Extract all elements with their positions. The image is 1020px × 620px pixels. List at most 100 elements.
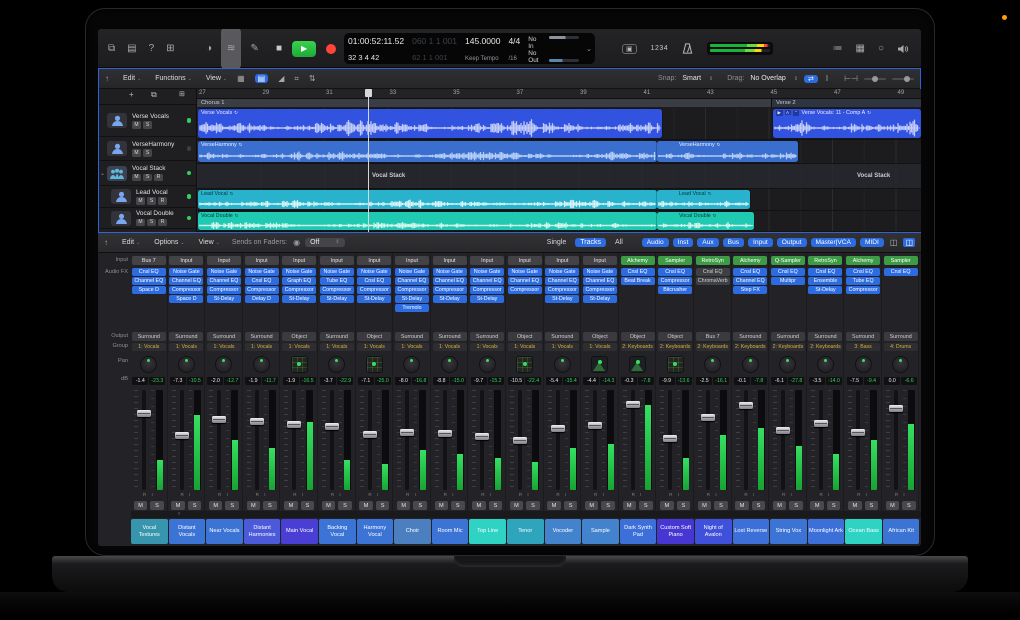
fader-cap[interactable] <box>325 423 339 430</box>
disclosure-icon[interactable]: ⌄ <box>100 170 105 177</box>
input-slot[interactable]: Alchemy <box>733 256 769 266</box>
hide-window-icon[interactable]: ↑ <box>105 74 109 83</box>
tracks-menu-view[interactable]: View <box>206 75 221 82</box>
fx-plugin[interactable]: Channel EQ <box>508 277 542 285</box>
pan-knob[interactable] <box>179 357 194 372</box>
count-in-button[interactable]: 1234 <box>651 45 669 52</box>
fx-plugin[interactable]: Compressor <box>545 286 579 294</box>
mixer-menu-options[interactable]: Options <box>154 239 178 246</box>
hide-mixer-icon[interactable]: ↑ <box>104 238 108 247</box>
group-slot[interactable]: 1: Vocals <box>582 343 618 352</box>
pan-control[interactable] <box>469 353 505 375</box>
fader-track[interactable] <box>631 390 635 490</box>
fx-plugin[interactable]: Compressor <box>245 286 279 294</box>
fader-cap[interactable] <box>851 429 865 436</box>
fx-plugin[interactable]: Channel EQ <box>545 277 579 285</box>
add-track-button[interactable]: + <box>129 90 134 99</box>
fx-plugin[interactable]: St-Delay <box>470 295 504 303</box>
sends-select[interactable]: Off ⇕ <box>305 238 344 247</box>
audio-region[interactable]: ▶A⌃Verse Vocals: 11 - Comp A ↻ <box>773 109 921 139</box>
group-slot[interactable]: 2: Keyboards <box>770 343 806 352</box>
fader-track[interactable] <box>292 390 296 490</box>
fader-track[interactable] <box>668 390 672 490</box>
pan-knob[interactable] <box>216 357 231 372</box>
group-slot[interactable]: 1: Vocals <box>507 343 543 352</box>
input-slot[interactable]: Input <box>394 256 430 266</box>
group-slot[interactable]: 1: Vocals <box>469 343 505 352</box>
fader-cap[interactable] <box>551 425 565 432</box>
output-slot[interactable]: Object <box>582 332 618 342</box>
fx-plugin[interactable]: Noise Gate <box>357 268 391 276</box>
mute-button[interactable]: M <box>397 501 411 510</box>
pan-knob[interactable] <box>555 357 570 372</box>
track-lane-1[interactable]: Verse Vocals ↻▶A⌃Verse Vocals: 11 - Comp… <box>197 108 921 140</box>
fx-plugin[interactable]: Cnsl EQ <box>357 277 391 285</box>
vertical-zoom-slider[interactable] <box>864 78 886 80</box>
mixer-icon[interactable]: ≋ <box>221 29 241 69</box>
solo-button[interactable]: S <box>451 501 465 510</box>
pan-control[interactable] <box>695 353 731 375</box>
filter-midi[interactable]: MIDI <box>860 238 884 247</box>
fx-plugin[interactable]: Compressor <box>169 286 203 294</box>
channel-name-11[interactable]: Tenor <box>507 519 544 544</box>
mute-button[interactable]: M <box>132 174 141 182</box>
zoom-tool-icon[interactable]: ⊢⊣ <box>844 74 858 83</box>
pan-knob[interactable] <box>404 357 419 372</box>
solo-button[interactable]: S <box>376 501 390 510</box>
fx-plugin[interactable]: Space D <box>169 295 203 303</box>
fx-plugin[interactable]: Noise Gate <box>320 268 354 276</box>
fx-plugin[interactable]: Noise Gate <box>470 268 504 276</box>
filter-audio[interactable]: Audio <box>642 238 669 247</box>
mute-button[interactable]: M <box>623 501 637 510</box>
mute-button[interactable]: M <box>284 501 298 510</box>
take-control-icon[interactable]: ⌃ <box>793 110 800 116</box>
pan-knob[interactable] <box>856 357 871 372</box>
output-slot[interactable]: Bus 7 <box>695 332 731 342</box>
mixer-view-all[interactable]: All <box>610 238 628 247</box>
fx-plugin[interactable]: Noise Gate <box>207 268 241 276</box>
output-slot[interactable]: Surround <box>770 332 806 342</box>
filter-output[interactable]: Output <box>777 238 807 247</box>
list-view-icon[interactable]: ▤ <box>255 74 269 83</box>
fx-plugin[interactable]: Cnsl EQ <box>658 268 692 276</box>
output-slot[interactable]: Surround <box>131 332 167 342</box>
channel-name-1[interactable]: Vocal Textures <box>131 519 168 544</box>
fx-plugin[interactable]: Channel EQ <box>169 277 203 285</box>
solo-button[interactable]: S <box>677 501 691 510</box>
group-slot[interactable]: 2: Keyboards <box>733 343 769 352</box>
output-slot[interactable]: Surround <box>733 332 769 342</box>
mute-button[interactable]: M <box>698 501 712 510</box>
arrange-lanes[interactable]: 272931333537394143454749 Chorus 1Verse 2… <box>197 89 921 232</box>
smart-controls-icon[interactable]: ◑ <box>206 29 212 68</box>
fx-plugin[interactable]: Compressor <box>658 277 692 285</box>
fader-track[interactable] <box>556 390 560 490</box>
solo-button[interactable]: S <box>714 501 728 510</box>
pan-control[interactable] <box>620 353 656 375</box>
mute-button[interactable]: M <box>848 501 862 510</box>
tracks-menu-functions[interactable]: Functions <box>155 75 185 82</box>
pan-control[interactable] <box>281 353 317 375</box>
channel-name-13[interactable]: Sample <box>582 519 619 544</box>
audio-region[interactable]: VerseHarmony ↻ <box>198 141 657 163</box>
group-slot[interactable]: 4: Drums <box>883 343 919 352</box>
solo-button[interactable]: S <box>865 501 879 510</box>
filter-aux[interactable]: Aux <box>697 238 718 247</box>
fx-plugin[interactable]: Noise Gate <box>583 268 617 276</box>
channel-name-4[interactable]: Distant Harmonies <box>244 519 281 544</box>
pan-control[interactable] <box>244 353 280 375</box>
channel-name-14[interactable]: Dark Synth Pad <box>620 519 657 544</box>
pan-control[interactable] <box>770 353 806 375</box>
fader-track[interactable] <box>706 390 710 490</box>
fx-plugin[interactable]: Tube EQ <box>320 277 354 285</box>
solo-button[interactable]: S <box>143 174 152 182</box>
group-slot[interactable]: 1: Vocals <box>357 343 393 352</box>
fx-plugin[interactable]: Noise Gate <box>395 268 429 276</box>
fader-track[interactable] <box>744 390 748 490</box>
output-slot[interactable]: Surround <box>244 332 280 342</box>
fx-plugin[interactable]: Cnsl EQ <box>696 268 730 276</box>
channel-name-6[interactable]: Backing Vocal <box>319 519 356 544</box>
mute-button[interactable]: M <box>247 501 261 510</box>
fx-plugin[interactable]: Space D <box>132 286 166 294</box>
mute-button[interactable]: M <box>171 501 185 510</box>
object-panner[interactable] <box>668 357 683 372</box>
